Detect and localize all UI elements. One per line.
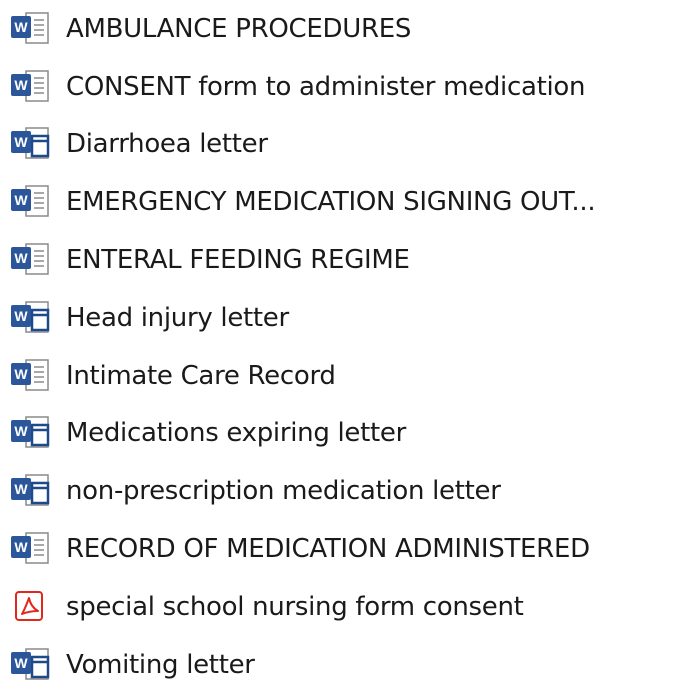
word-template-icon: W (10, 126, 56, 162)
file-item[interactable]: W EMERGENCY MEDICATION SIGNING OUT... (10, 173, 681, 231)
word-document-icon: W (10, 531, 56, 567)
file-name: CONSENT form to administer medication (66, 71, 586, 102)
word-template-icon: W (10, 415, 56, 451)
file-name: RECORD OF MEDICATION ADMINISTERED (66, 534, 590, 565)
file-name: ENTERAL FEEDING REGIME (66, 245, 410, 276)
file-list: W AMBULANCE PROCEDURES W CONSENT form to… (10, 0, 681, 694)
svg-text:W: W (14, 250, 28, 266)
file-item[interactable]: special school nursing form consent (10, 578, 681, 636)
svg-text:W: W (14, 19, 28, 35)
word-document-icon: W (10, 358, 56, 394)
file-item[interactable]: W Diarrhoea letter (10, 116, 681, 174)
file-name: AMBULANCE PROCEDURES (66, 13, 412, 44)
word-document-icon: W (10, 242, 56, 278)
file-name: Diarrhoea letter (66, 129, 268, 160)
file-name: Intimate Care Record (66, 360, 336, 391)
word-document-icon: W (10, 69, 56, 105)
file-item[interactable]: W RECORD OF MEDICATION ADMINISTERED (10, 520, 681, 578)
file-name: Vomiting letter (66, 649, 255, 680)
word-document-icon: W (10, 11, 56, 47)
word-template-icon: W (10, 473, 56, 509)
file-item[interactable]: W CONSENT form to administer medication (10, 58, 681, 116)
file-item[interactable]: W AMBULANCE PROCEDURES (10, 0, 681, 58)
file-item[interactable]: W Head injury letter (10, 289, 681, 347)
word-template-icon: W (10, 647, 56, 683)
file-name: EMERGENCY MEDICATION SIGNING OUT... (66, 187, 596, 218)
file-item[interactable]: W non-prescription medication letter (10, 462, 681, 520)
file-name: Head injury letter (66, 302, 289, 333)
svg-text:W: W (14, 655, 28, 671)
pdf-document-icon (10, 589, 56, 625)
file-name: Medications expiring letter (66, 418, 407, 449)
word-document-icon: W (10, 184, 56, 220)
svg-text:W: W (14, 539, 28, 555)
svg-text:W: W (14, 423, 28, 439)
svg-text:W: W (14, 134, 28, 150)
word-template-icon: W (10, 300, 56, 336)
file-name: special school nursing form consent (66, 591, 524, 622)
file-item[interactable]: W Vomiting letter (10, 636, 681, 694)
file-item[interactable]: W Intimate Care Record (10, 347, 681, 405)
svg-text:W: W (14, 308, 28, 324)
svg-text:W: W (14, 481, 28, 497)
svg-text:W: W (14, 192, 28, 208)
svg-text:W: W (14, 77, 28, 93)
file-item[interactable]: W ENTERAL FEEDING REGIME (10, 231, 681, 289)
file-name: non-prescription medication letter (66, 476, 501, 507)
svg-text:W: W (14, 366, 28, 382)
file-item[interactable]: W Medications expiring letter (10, 405, 681, 463)
